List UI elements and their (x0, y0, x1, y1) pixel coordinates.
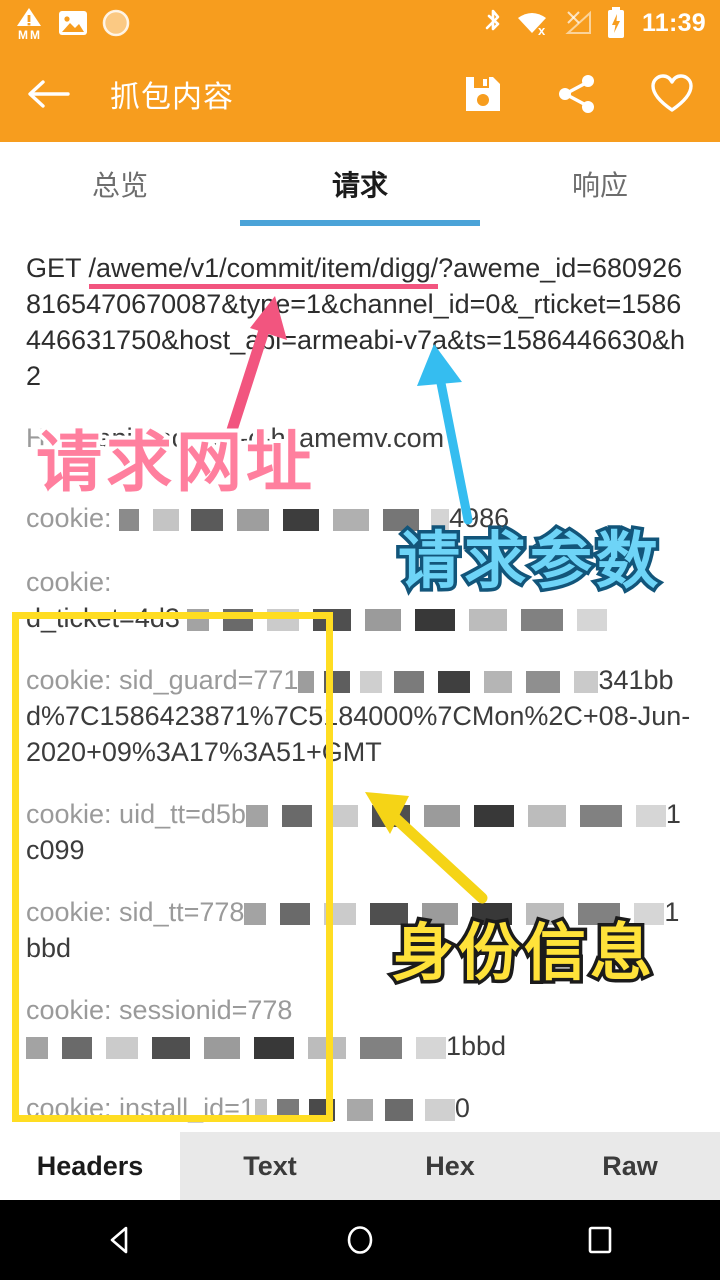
cookie-label: cookie: (26, 567, 112, 597)
annotation-request-url: 请求网址 (32, 424, 316, 501)
bottom-tab-headers[interactable]: Headers (0, 1132, 180, 1200)
bluetooth-icon (482, 8, 504, 38)
nav-back-button[interactable] (40, 1200, 200, 1280)
header-cookie-uidtt: cookie: uid_tt=d5b 1c099 (26, 796, 694, 868)
nav-recents-button[interactable] (520, 1200, 680, 1280)
save-icon[interactable] (462, 73, 504, 115)
cookie-uidtt-prefix: cookie: uid_tt=d5b (26, 799, 246, 829)
bottom-tab-bar: Headers Text Hex Raw (0, 1132, 720, 1200)
tab-overview[interactable]: 总览 (0, 142, 240, 226)
redacted-block (26, 1037, 446, 1059)
android-nav-bar (0, 1200, 720, 1280)
share-icon[interactable] (556, 73, 598, 115)
svg-text:M: M (30, 28, 40, 40)
redacted-block (245, 805, 666, 827)
cookie-sessionid-prefix: cookie: sessionid=778 (26, 995, 293, 1025)
annotation-request-params: 请求参数 (394, 524, 663, 597)
bottom-tab-hex[interactable]: Hex (360, 1132, 540, 1200)
redacted-block (254, 1099, 455, 1121)
svg-text:x: x (538, 23, 546, 37)
cookie-sidtt-prefix: cookie: sid_tt=778 (26, 897, 245, 927)
cookie-label: cookie: (26, 503, 112, 533)
cookie-installid-suffix: 0 (454, 1093, 470, 1123)
status-bar-clock: 11:39 (641, 8, 706, 37)
svg-text:M: M (18, 28, 28, 40)
status-bar: M M x 11:39 (0, 0, 720, 46)
signal-none-icon (562, 9, 594, 37)
warning-mm-icon: M M (14, 6, 44, 40)
header-cookie-sidguard: cookie: sid_guard=771 341bbd%7C1586423871… (26, 662, 694, 770)
circle-progress-icon (102, 9, 130, 37)
redacted-block (298, 671, 599, 693)
request-path: /aweme/v1/commit/item/digg/ (88, 253, 439, 289)
bottom-tab-text[interactable]: Text (180, 1132, 360, 1200)
cookie-sessionid-suffix: 1bbd (446, 1031, 507, 1061)
nav-home-button[interactable] (280, 1200, 440, 1280)
bottom-tab-raw[interactable]: Raw (540, 1132, 720, 1200)
request-line: GET /aweme/v1/commit/item/digg/?aweme_id… (26, 250, 694, 394)
cookie-sidguard-prefix: cookie: sid_guard=771 (26, 665, 299, 695)
cookie-installid-prefix: cookie: install_id=1 (26, 1093, 255, 1123)
page-title: 抓包内容 (110, 81, 234, 114)
header-cookie-installid: cookie: install_id=1 0 (26, 1090, 694, 1126)
redacted-block (187, 609, 608, 631)
wifi-off-icon: x (516, 9, 550, 37)
annotation-identity-info: 身份信息 (388, 916, 657, 989)
tab-request[interactable]: 请求 (240, 142, 480, 226)
tab-bar: 总览 请求 响应 (0, 142, 720, 226)
app-bar-actions (462, 73, 694, 115)
app-bar: 抓包内容 (0, 46, 720, 142)
screen-root: M M x 11:39 抓包内容 总览 请求 响应 GET /aweme/v1/… (0, 0, 720, 1280)
image-icon (58, 8, 88, 38)
cookie-sidguard-part4: %3A17%3A51+GMT (131, 737, 382, 767)
tab-response[interactable]: 响应 (480, 142, 720, 226)
header-cookie-sessionid: cookie: sessionid=778 1bbd (26, 992, 694, 1064)
back-arrow-icon[interactable] (26, 77, 70, 111)
headers-content[interactable]: GET /aweme/v1/commit/item/digg/?aweme_id… (0, 226, 720, 1132)
status-bar-left-icons: M M (14, 6, 130, 40)
status-bar-right-icons: x 11:39 (482, 7, 706, 39)
request-method: GET (26, 253, 89, 283)
battery-charging-icon (606, 7, 626, 39)
favorite-heart-icon[interactable] (650, 73, 694, 115)
cookie-dticket-value: d_ticket=4d3 (26, 603, 180, 633)
